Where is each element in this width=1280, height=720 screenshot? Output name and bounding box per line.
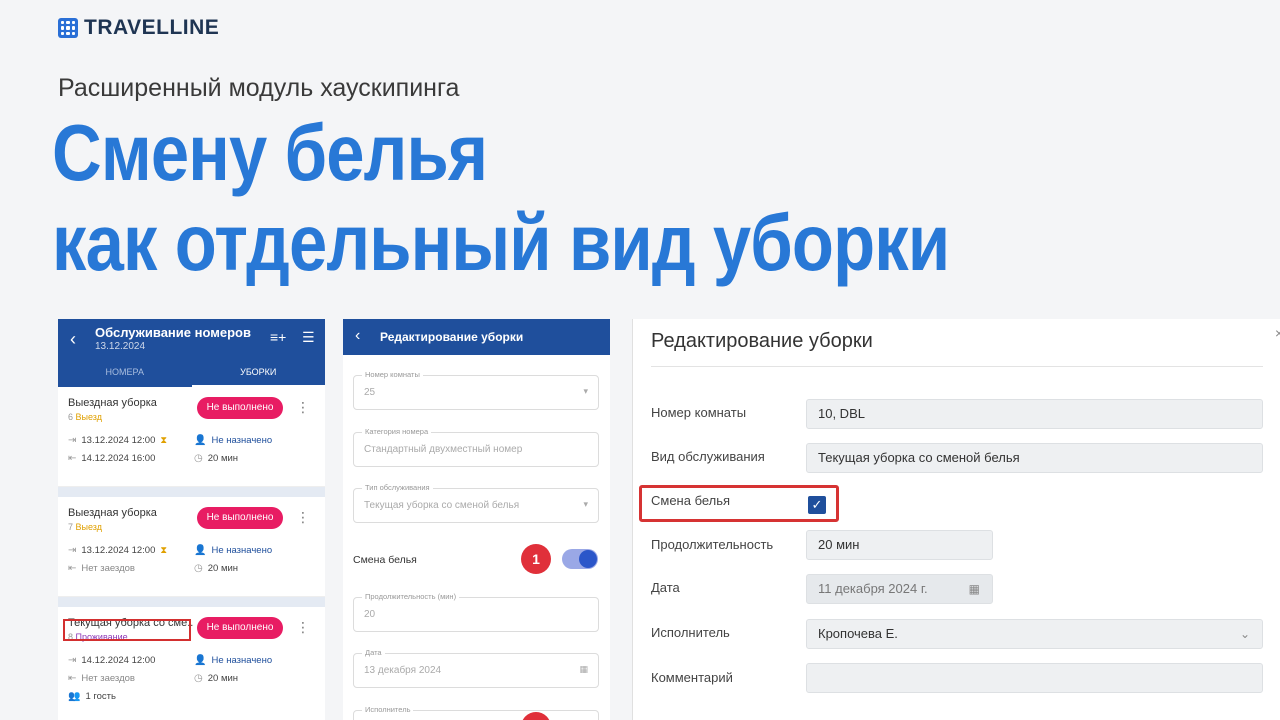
room-category-field[interactable]: Категория номера Стандартный двухместный … [353, 427, 599, 467]
service-type-label: Вид обслуживания [651, 449, 765, 464]
service-type-input[interactable]: Текущая уборка со сменой белья [806, 443, 1263, 473]
list-item[interactable]: Выездная уборка 7 Выезд Не выполнено ⋮ ⇥… [58, 497, 325, 597]
checkout-time: 14.12.2024 12:00 [81, 655, 156, 666]
checkin-time: Нет заездов [81, 673, 135, 684]
add-list-icon[interactable]: ≡+ [270, 329, 286, 345]
highlight-frame [639, 485, 839, 522]
comment-label: Комментарий [651, 670, 733, 685]
tab-rooms[interactable]: НОМЕРА [58, 359, 192, 387]
assignee: Не назначено [211, 435, 273, 446]
check-in-icon: ⇤ [68, 563, 77, 574]
date-field[interactable]: Дата 13 декабря 2024 ▦ [353, 648, 599, 688]
duration-label: Продолжительность [651, 537, 774, 552]
status-badge[interactable]: Не выполнено [197, 507, 283, 529]
back-arrow-icon[interactable]: ‹ [355, 327, 360, 345]
screen-title: Редактирование уборки [380, 330, 524, 344]
tabs: НОМЕРА УБОРКИ [58, 359, 325, 387]
service-type-field[interactable]: Тип обслуживания Текущая уборка со сменой… [353, 483, 599, 523]
executor-field[interactable]: Исполнитель [353, 705, 599, 720]
divider [651, 366, 1263, 367]
date-input[interactable]: 11 декабря 2024 г. ▦ [806, 574, 993, 604]
screen-title: Обслуживание номеров [95, 325, 251, 340]
executor-select[interactable]: Кропочева Е. ⌄ [806, 619, 1263, 649]
highlight-frame [63, 619, 191, 641]
step-badge: 1 [521, 544, 551, 574]
headline-line-2: как отдельный вид уборки [52, 198, 950, 287]
hourglass-icon: ⧗ [160, 435, 168, 446]
mobile-room-service-screen: ‹ Обслуживание номеров 13.12.2024 ≡+ ☰ Н… [58, 319, 325, 720]
logo-icon [58, 18, 78, 38]
back-arrow-icon[interactable]: ‹ [70, 329, 76, 350]
assignee: Не назначено [211, 545, 273, 556]
person-icon: 👤 [194, 655, 207, 666]
mobile-edit-header: ‹ Редактирование уборки [343, 319, 610, 355]
headline-line-1: Смену белья [52, 108, 488, 197]
duration-input[interactable]: 20 мин [806, 530, 993, 560]
check-in-icon: ⇤ [68, 673, 77, 684]
divider [58, 487, 325, 497]
check-out-icon: ⇥ [68, 435, 77, 446]
dialog-title: Редактирование уборки [651, 330, 873, 352]
tab-cleanings[interactable]: УБОРКИ [191, 359, 325, 387]
travelline-logo: TRAVELLINE [58, 16, 219, 40]
linen-change-label: Смена белья [353, 554, 417, 566]
more-icon[interactable]: ⋮ [296, 399, 310, 416]
screen-date: 13.12.2024 [95, 341, 146, 352]
guests: 1 гость [85, 691, 116, 702]
desktop-edit-dialog: Редактирование уборки × Номер комнаты 10… [632, 319, 1280, 720]
subtitle: Расширенный модуль хаускипинга [58, 74, 460, 102]
calendar-icon: ▦ [579, 664, 588, 674]
duration: 20 мин [207, 563, 239, 574]
more-icon[interactable]: ⋮ [296, 619, 310, 636]
checkin-time: 14.12.2024 16:00 [81, 453, 156, 464]
duration: 20 мин [207, 673, 239, 684]
divider [58, 597, 325, 607]
duration: 20 мин [207, 453, 239, 464]
linen-change-toggle[interactable] [562, 549, 598, 569]
checkout-time: 13.12.2024 12:00 [81, 545, 156, 556]
list-item[interactable]: Выездная уборка 6 Выезд Не выполнено ⋮ ⇥… [58, 387, 325, 487]
comment-input[interactable] [806, 663, 1263, 693]
more-icon[interactable]: ⋮ [296, 509, 310, 526]
room-number-label: Номер комнаты [651, 405, 747, 420]
check-out-icon: ⇥ [68, 545, 77, 556]
calendar-icon: ▦ [968, 582, 980, 596]
filter-icon[interactable]: ☰ [302, 329, 315, 346]
room-number-input[interactable]: 10, DBL [806, 399, 1263, 429]
room-number-field[interactable]: Номер комнаты 25 ▾ [353, 370, 599, 410]
mobile-header: ‹ Обслуживание номеров 13.12.2024 ≡+ ☰ Н… [58, 319, 325, 387]
status-badge[interactable]: Не выполнено [197, 617, 283, 639]
executor-label: Исполнитель [651, 625, 730, 640]
hourglass-icon: ⧗ [160, 545, 168, 556]
chevron-down-icon: ▾ [583, 386, 588, 396]
clock-icon: ◷ [194, 563, 203, 574]
status-badge[interactable]: Не выполнено [197, 397, 283, 419]
person-icon: 👤 [194, 545, 207, 556]
person-icon: 👤 [194, 435, 207, 446]
checkin-time: Нет заездов [81, 563, 135, 574]
check-in-icon: ⇤ [68, 453, 77, 464]
brand-name: TRAVELLINE [84, 16, 220, 39]
check-out-icon: ⇥ [68, 655, 77, 666]
clock-icon: ◷ [194, 673, 203, 684]
chevron-down-icon: ⌄ [1239, 627, 1250, 641]
close-icon[interactable]: × [1275, 325, 1280, 341]
mobile-edit-screen: ‹ Редактирование уборки Номер комнаты 25 ▾… [343, 319, 610, 720]
duration-field[interactable]: Продолжительность (мин) 20 [353, 592, 599, 632]
headline: Смену белья как отдельный вид уборки [52, 108, 1095, 288]
chevron-down-icon: ▾ [583, 499, 588, 509]
date-label: Дата [651, 580, 680, 595]
clock-icon: ◷ [194, 453, 203, 464]
assignee: Не назначено [211, 655, 273, 666]
guests-icon: 👥 [68, 691, 81, 702]
checkout-time: 13.12.2024 12:00 [81, 435, 156, 446]
